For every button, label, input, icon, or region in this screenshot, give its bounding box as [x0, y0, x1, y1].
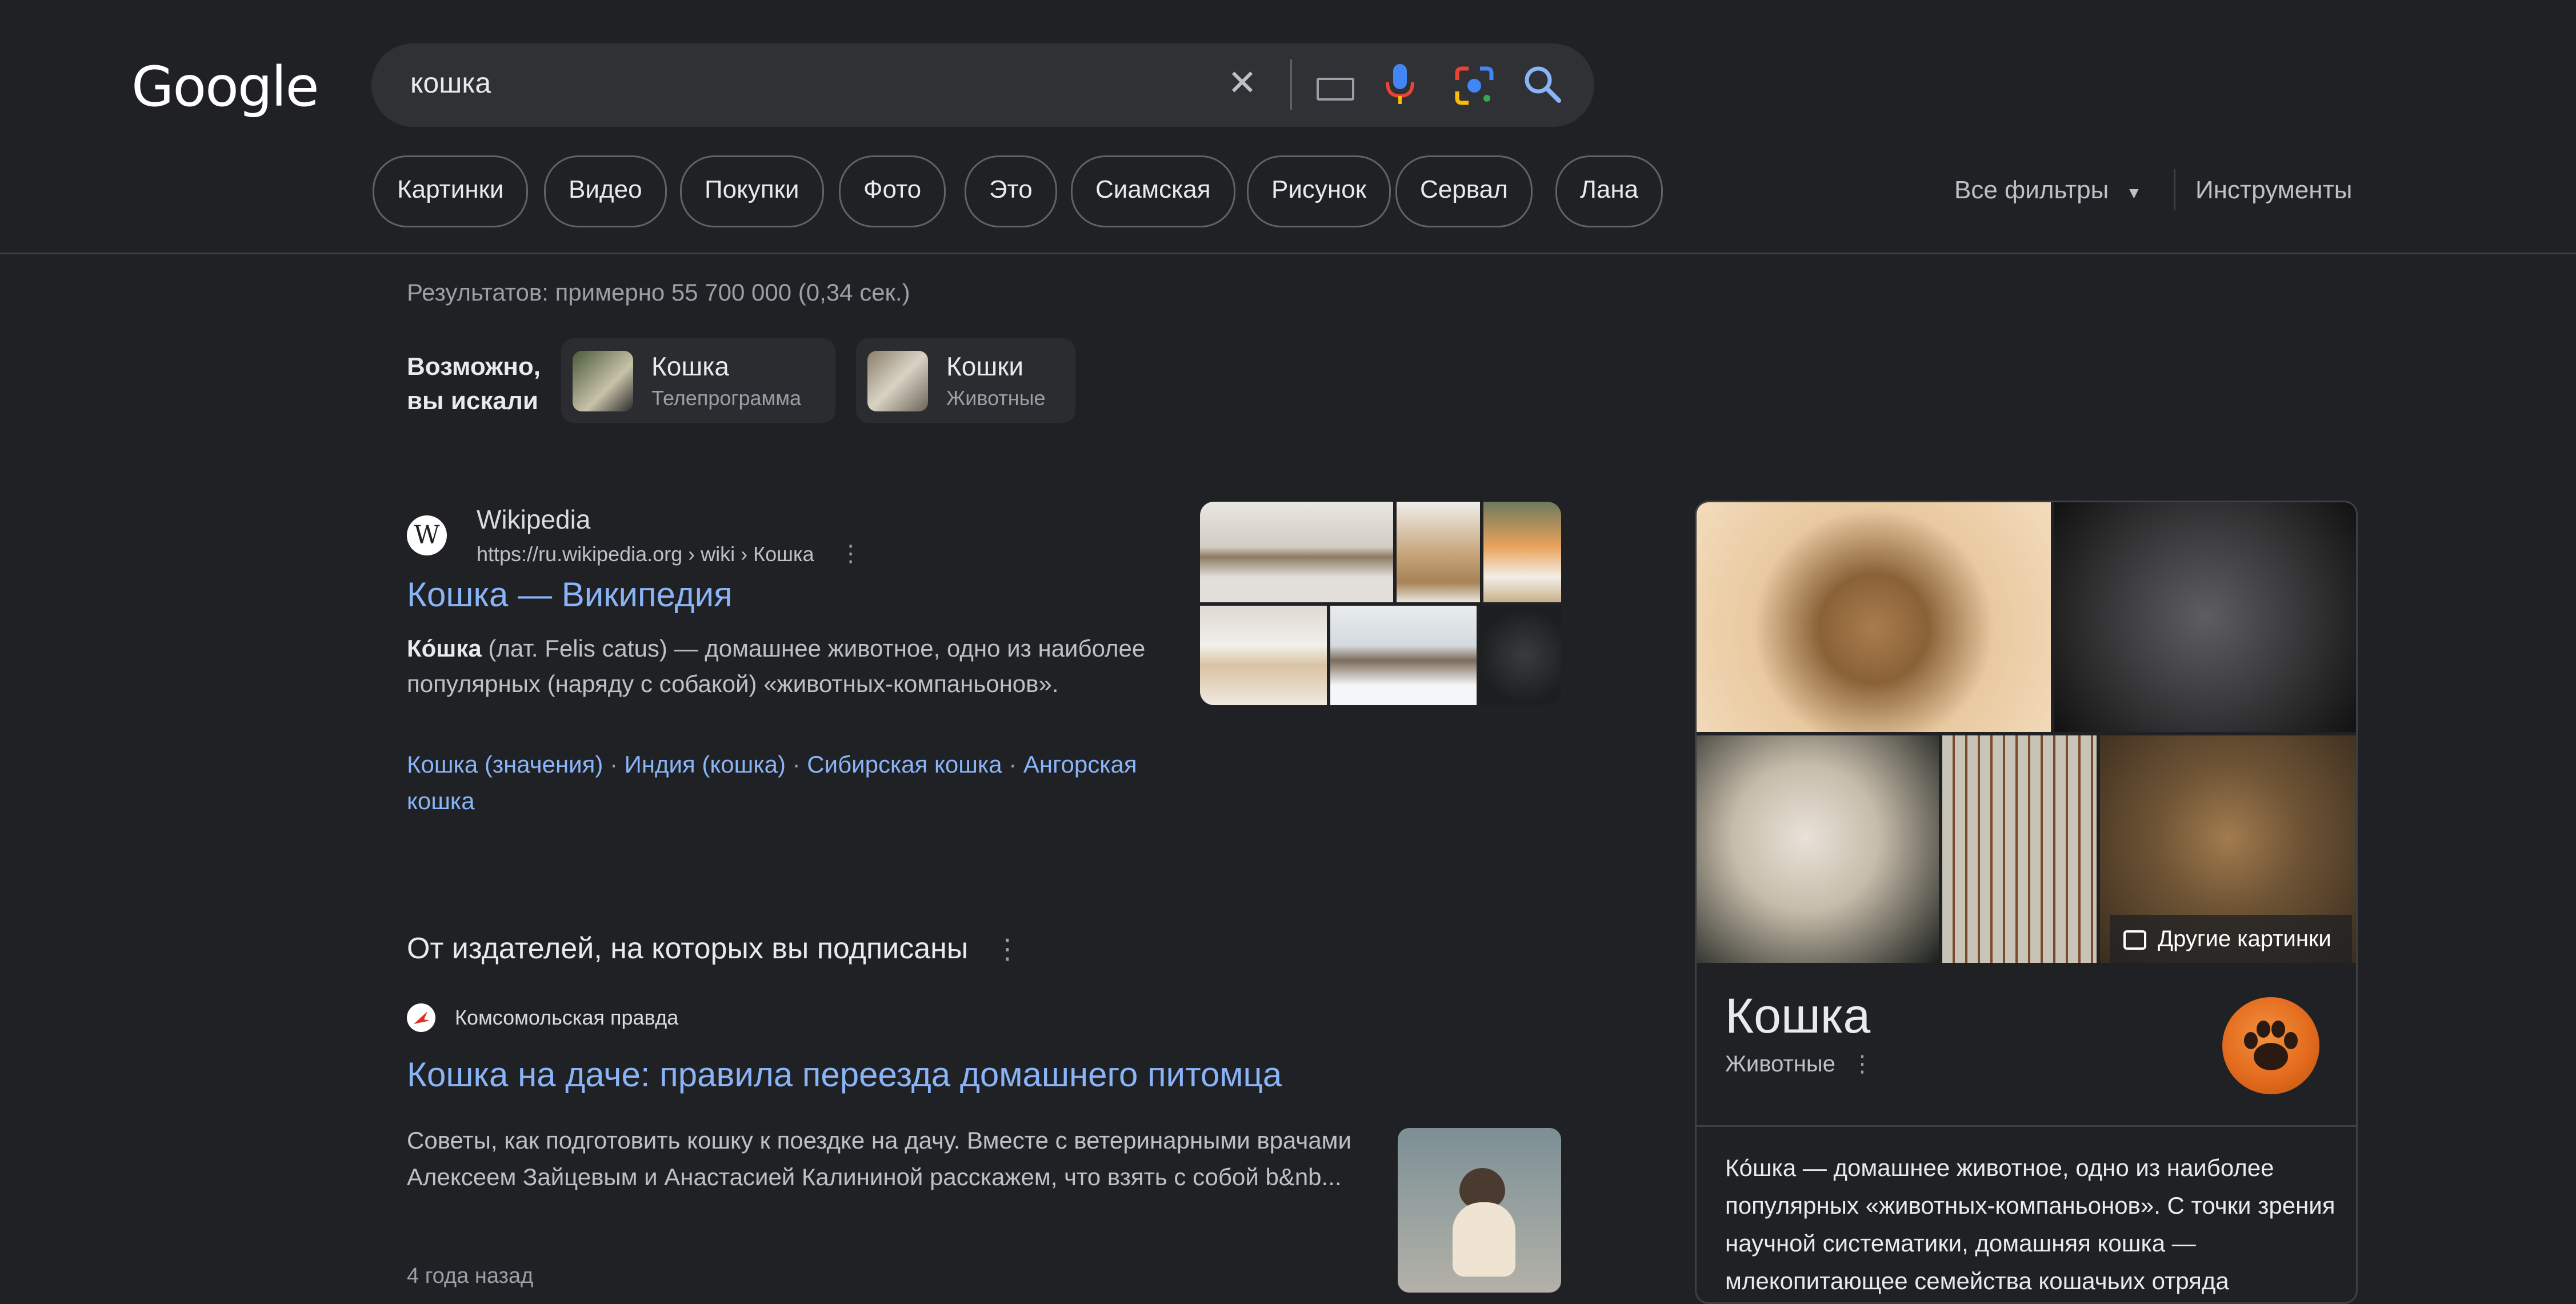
chip-siamese[interactable]: Сиамская — [1071, 155, 1235, 227]
clear-icon[interactable]: ✕ — [1227, 62, 1257, 103]
mic-icon[interactable] — [1383, 62, 1417, 107]
did-you-mean-line2: вы искали — [407, 387, 538, 415]
did-you-mean-label: Возможно, вы искали — [407, 350, 541, 418]
image-icon — [2123, 930, 2146, 950]
google-logo[interactable]: Google — [131, 55, 319, 119]
search-input[interactable]: кошка — [410, 66, 491, 99]
sitelink-separator: · — [785, 751, 807, 778]
search-divider — [1290, 59, 1292, 110]
result-snippet: Ко́шка (лат. Felis catus) — домашнее жив… — [407, 631, 1184, 702]
chip-video[interactable]: Видео — [544, 155, 667, 227]
suggestion-thumbnail — [867, 351, 928, 411]
wikipedia-favicon: W — [407, 515, 447, 555]
all-filters-label: Все фильтры — [1954, 176, 2109, 204]
cat-image[interactable] — [1200, 606, 1327, 705]
result-site-name[interactable]: Wikipedia — [477, 504, 590, 535]
cat-image[interactable] — [1483, 502, 1561, 602]
panel-title: Кошка — [1725, 989, 1871, 1043]
sitelink-separator: · — [1002, 751, 1023, 778]
cat-image[interactable] — [1330, 606, 1477, 705]
more-options-icon[interactable]: ⋮ — [839, 541, 862, 566]
result-url[interactable]: https://ru.wikipedia.org › wiki › Кошка … — [477, 541, 862, 567]
cat-image[interactable] — [1397, 502, 1480, 602]
more-images-label: Другие картинки — [2158, 926, 2331, 951]
more-options-icon[interactable]: ⋮ — [1851, 1051, 1874, 1077]
suggestion-thumbnail — [573, 351, 633, 411]
result-title-link[interactable]: Кошка — Википедия — [407, 575, 733, 614]
chevron-down-icon: ▼ — [2126, 184, 2142, 202]
snippet-text: (лат. Felis catus) — домашнее животное, … — [407, 635, 1146, 697]
all-filters-button[interactable]: Все фильтры ▼ — [1954, 176, 2142, 205]
chip-photo[interactable]: Фото — [839, 155, 946, 227]
cat-image[interactable] — [1200, 502, 1393, 602]
panel-image[interactable] — [2054, 502, 2356, 732]
news-snippet: Советы, как подготовить кошку к поездке … — [407, 1127, 1352, 1190]
toolbar-divider — [2174, 169, 2175, 210]
panel-subtitle: Животные ⋮ — [1725, 1051, 1874, 1077]
lens-icon[interactable] — [1451, 63, 1497, 109]
kp-favicon — [407, 1003, 435, 1032]
publishers-heading-text: От издателей, на которых вы подписаны — [407, 932, 969, 965]
paw-icon — [2222, 997, 2319, 1094]
sitelink[interactable]: Сибирская кошка — [807, 751, 1002, 778]
panel-image[interactable] — [1697, 735, 1939, 963]
panel-divider — [1697, 1125, 2356, 1127]
cat-image[interactable] — [1480, 606, 1561, 705]
more-options-icon[interactable]: ⋮ — [994, 934, 1021, 965]
chip-lana[interactable]: Лана — [1555, 155, 1663, 227]
panel-description: Ко́шка — домашнее животное, одно из наиб… — [1725, 1154, 2335, 1294]
chip-serval[interactable]: Сервал — [1395, 155, 1533, 227]
sitelink[interactable]: Индия (кошка) — [625, 751, 786, 778]
publishers-heading: От издателей, на которых вы подписаны ⋮ — [407, 931, 1021, 966]
result-image-grid[interactable] — [1200, 502, 1561, 705]
sitelink[interactable]: Кошка (значения) — [407, 751, 603, 778]
panel-image[interactable] — [1697, 502, 2051, 732]
tools-button[interactable]: Инструменты — [2195, 176, 2352, 205]
suggestion-card-tvshow[interactable]: Кошка Телепрограмма — [561, 338, 835, 423]
news-source-name[interactable]: Комсомольская правда — [455, 1006, 678, 1030]
result-url-text: https://ru.wikipedia.org › wiki › Кошка — [477, 542, 814, 566]
suggestion-title: Кошка — [651, 351, 730, 381]
sitelink-separator: · — [603, 751, 625, 778]
did-you-mean-line1: Возможно, — [407, 353, 541, 381]
suggestion-subtitle: Телепрограмма — [651, 386, 802, 410]
news-title-link[interactable]: Кошка на даче: правила переезда домашнег… — [407, 1055, 1282, 1094]
chip-drawing[interactable]: Рисунок — [1247, 155, 1391, 227]
snippet-bold: Ко́шка — [407, 635, 482, 662]
search-icon[interactable] — [1520, 62, 1566, 107]
sitelinks: Кошка (значения) · Индия (кошка) · Сибир… — [407, 746, 1184, 819]
more-images-button[interactable]: Другие картинки — [2110, 915, 2352, 963]
chip-this[interactable]: Это — [965, 155, 1057, 227]
chip-images[interactable]: Картинки — [373, 155, 529, 227]
knowledge-panel: Другие картинки Кошка Животные ⋮ Ко́шка … — [1695, 501, 2358, 1304]
news-thumbnail[interactable] — [1398, 1128, 1561, 1293]
panel-subtitle-text: Животные — [1725, 1051, 1835, 1077]
keyboard-icon[interactable] — [1317, 78, 1354, 101]
suggestion-card-animals[interactable]: Кошки Животные — [856, 338, 1075, 423]
chip-shopping[interactable]: Покупки — [680, 155, 824, 227]
result-stats: Результатов: примерно 55 700 000 (0,34 с… — [407, 279, 910, 306]
suggestion-subtitle: Животные — [946, 386, 1046, 410]
news-date: 4 года назад — [407, 1264, 534, 1288]
suggestion-title: Кошки — [946, 351, 1024, 381]
panel-image[interactable] — [1942, 735, 2097, 963]
header-divider — [0, 253, 2576, 254]
